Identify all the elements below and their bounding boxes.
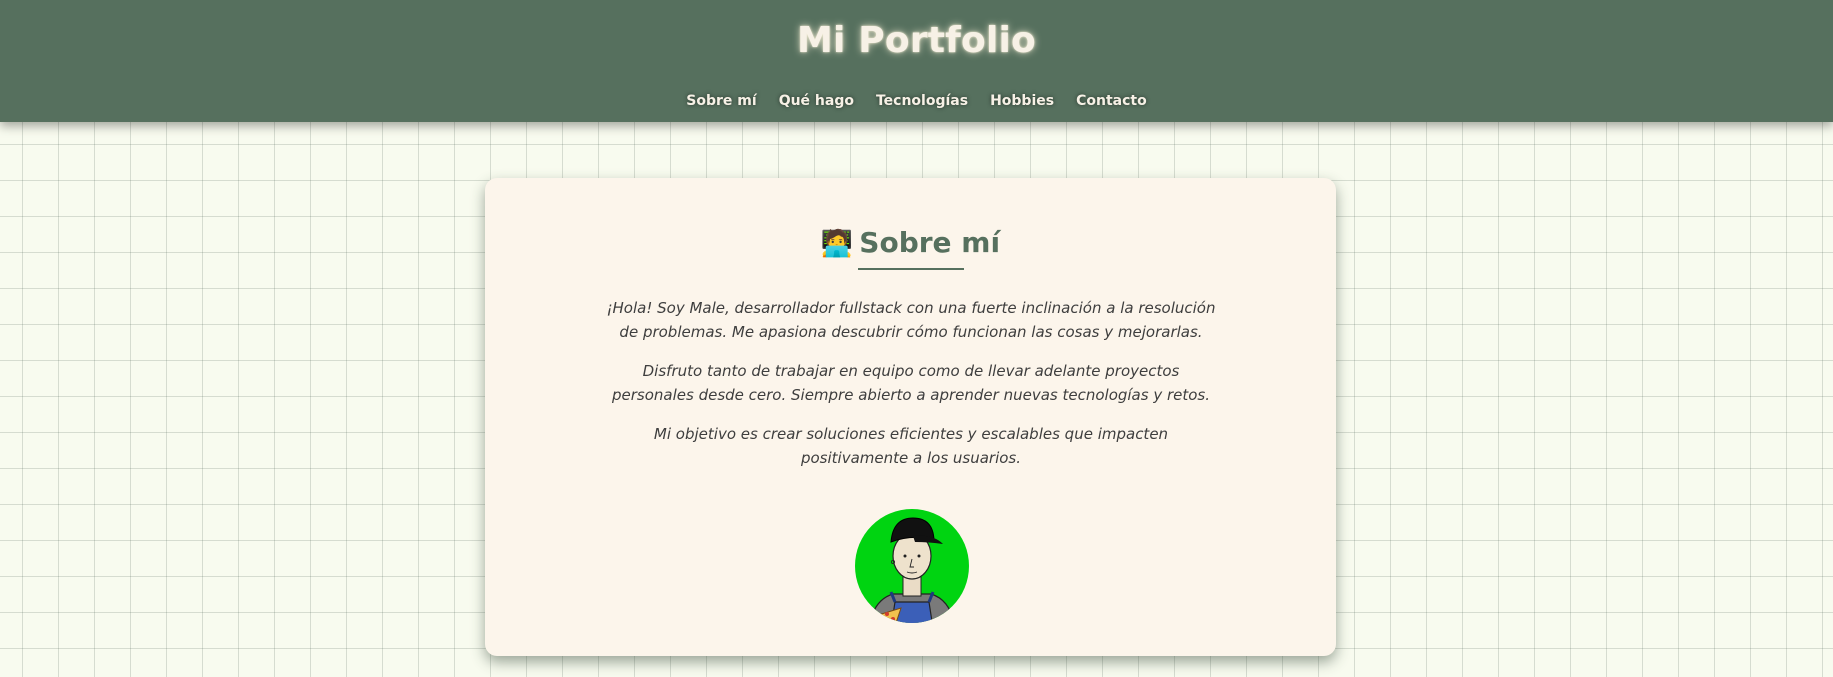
site-header: Mi Portfolio Sobre mí Qué hago Tecnologí… — [0, 0, 1833, 122]
nav-link-que-hago[interactable]: Qué hago — [779, 93, 854, 109]
nav-link-sobre-mi[interactable]: Sobre mí — [686, 93, 756, 109]
about-title-text: Sobre mí — [859, 226, 1001, 259]
avatar — [855, 509, 969, 623]
nav-link-tecnologias[interactable]: Tecnologías — [876, 93, 968, 109]
title-underline — [858, 268, 964, 270]
nav-link-contacto[interactable]: Contacto — [1076, 93, 1147, 109]
site-title: Mi Portfolio — [797, 20, 1036, 61]
about-paragraph-3: Mi objetivo es crear soluciones eficient… — [653, 425, 1169, 467]
main-nav: Sobre mí Qué hago Tecnologías Hobbies Co… — [0, 93, 1833, 109]
about-card: 🧑‍💻 Sobre mí ¡Hola! Soy Male, desarrollad… — [485, 178, 1336, 656]
nav-link-hobbies[interactable]: Hobbies — [990, 93, 1054, 109]
about-paragraph-1: ¡Hola! Soy Male, desarrollador fullstack… — [606, 299, 1216, 341]
about-paragraph-2: Disfruto tanto de trabajar en equipo com… — [611, 362, 1211, 404]
about-title: 🧑‍💻 Sobre mí — [485, 226, 1336, 259]
technologist-emoji-icon: 🧑‍💻 — [820, 229, 854, 259]
